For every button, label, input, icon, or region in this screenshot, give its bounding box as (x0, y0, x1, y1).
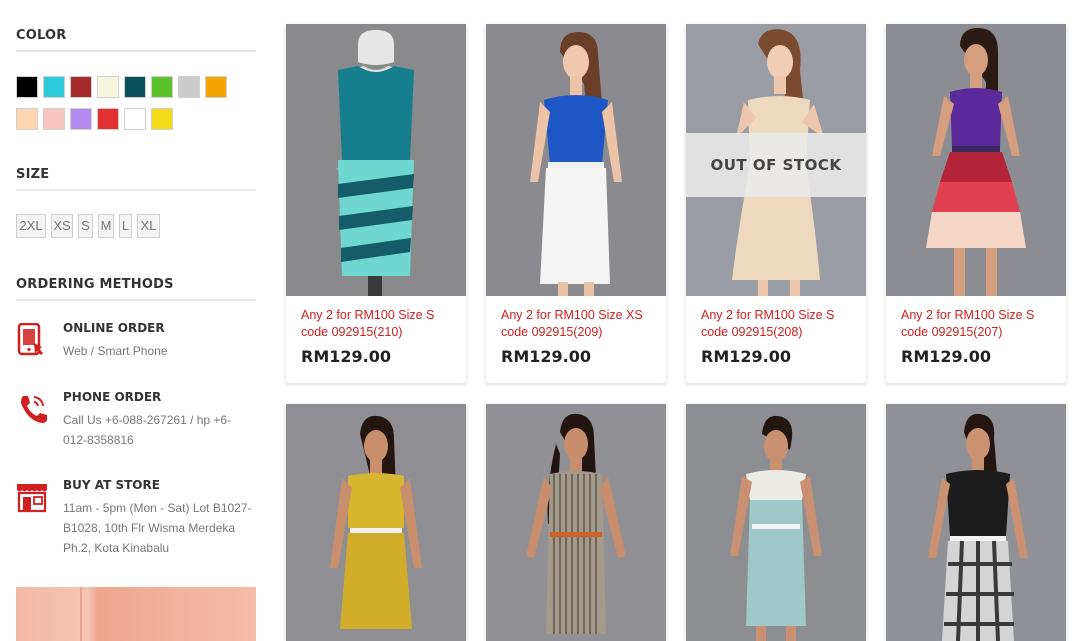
size-option-l[interactable]: L (119, 214, 132, 238)
product-card[interactable]: OUT OF STOCK Any 2 for RM100 Size S code… (686, 24, 866, 383)
size-option-2xl[interactable]: 2XL (16, 214, 46, 238)
product-price: RM129.00 (901, 347, 991, 366)
size-option-m[interactable]: M (98, 214, 114, 238)
product-card[interactable]: Any 2 for RM100 Size S code 092915(207) … (886, 24, 1066, 383)
ordering-phone-title: PHONE ORDER (63, 390, 162, 404)
color-swatch-pink[interactable] (43, 108, 65, 130)
ordering-store-title: BUY AT STORE (63, 478, 160, 492)
product-image[interactable] (686, 404, 866, 641)
product-image[interactable] (886, 404, 1066, 641)
product-card[interactable] (486, 404, 666, 641)
color-swatch-orange[interactable] (205, 76, 227, 98)
color-filter-title: COLOR (16, 28, 256, 52)
size-option-xs[interactable]: XS (51, 214, 73, 238)
product-name[interactable]: Any 2 for RM100 Size S code 092915(210) (301, 307, 459, 341)
size-option-xl[interactable]: XL (137, 214, 160, 238)
product-card[interactable]: Any 2 for RM100 Size XS code 092915(209)… (486, 24, 666, 383)
ordering-online-title: ONLINE ORDER (63, 321, 165, 335)
product-name[interactable]: Any 2 for RM100 Size XS code 092915(209) (501, 307, 659, 341)
product-image[interactable] (486, 24, 666, 296)
sidebar: COLOR SIZE 2XL XS S M L XL ORDERING METH… (16, 0, 256, 641)
product-image[interactable] (286, 24, 466, 296)
smartphone-icon (17, 323, 43, 356)
product-image[interactable] (486, 404, 666, 641)
color-swatch-red[interactable] (97, 108, 119, 130)
size-option-s[interactable]: S (78, 214, 93, 238)
ordering-store-desc: 11am - 5pm (Mon - Sat) Lot B1027-B1028, … (63, 501, 252, 555)
product-card[interactable] (286, 404, 466, 641)
size-filter-title: SIZE (16, 167, 256, 191)
product-image[interactable] (886, 24, 1066, 296)
color-swatch-white[interactable] (124, 108, 146, 130)
color-swatch-green[interactable] (151, 76, 173, 98)
color-swatch-peach[interactable] (16, 108, 38, 130)
store-icon (17, 484, 47, 513)
ordering-phone-desc: Call Us +6-088-267261 / hp +6-012-835881… (63, 413, 232, 447)
color-swatch-grey[interactable] (178, 76, 200, 98)
color-swatch-beige[interactable] (97, 76, 119, 98)
product-image[interactable]: OUT OF STOCK (686, 24, 866, 296)
product-card[interactable] (886, 404, 1066, 641)
color-swatch-black[interactable] (16, 76, 38, 98)
product-name[interactable]: Any 2 for RM100 Size S code 092915(207) (901, 307, 1059, 341)
color-swatch-yellow[interactable] (151, 108, 173, 130)
product-image[interactable] (286, 404, 466, 641)
color-swatch-teal[interactable] (124, 76, 146, 98)
ordering-methods-title: ORDERING METHODS (16, 277, 256, 301)
product-card[interactable] (686, 404, 866, 641)
ordering-online-desc: Web / Smart Phone (63, 344, 168, 358)
out-of-stock-badge: OUT OF STOCK (686, 133, 866, 197)
promo-banner-image[interactable] (16, 587, 256, 641)
product-card[interactable]: Any 2 for RM100 Size S code 092915(210) … (286, 24, 466, 383)
product-price: RM129.00 (501, 347, 591, 366)
phone-icon (21, 396, 47, 423)
color-swatch-purple[interactable] (70, 108, 92, 130)
product-name[interactable]: Any 2 for RM100 Size S code 092915(208) (701, 307, 859, 341)
product-price: RM129.00 (701, 347, 791, 366)
color-swatch-brown[interactable] (70, 76, 92, 98)
color-swatch-cyan[interactable] (43, 76, 65, 98)
product-price: RM129.00 (301, 347, 391, 366)
